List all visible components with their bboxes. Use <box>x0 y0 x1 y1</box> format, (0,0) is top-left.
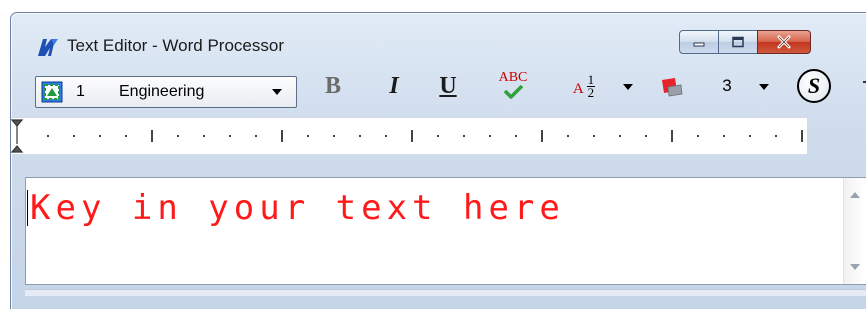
caption-buttons <box>679 30 811 54</box>
ruler-minor-tick <box>775 135 777 137</box>
ruler-minor-tick <box>723 135 725 137</box>
ruler-minor-tick <box>489 135 491 137</box>
ruler-minor-tick <box>515 135 517 137</box>
ruler-minor-tick <box>645 135 647 137</box>
indent-marker-icon <box>11 119 24 153</box>
stack-fraction-button[interactable]: S <box>797 69 831 103</box>
fraction-denominator: 2 <box>587 84 595 100</box>
scroll-up-icon[interactable] <box>850 192 860 198</box>
ruler-major-tick <box>151 130 153 142</box>
level-icon <box>41 81 63 103</box>
text-color-button[interactable] <box>657 70 687 102</box>
ruler-major-tick <box>801 130 803 142</box>
line-weight-value[interactable]: 3 <box>716 70 738 102</box>
text-caret <box>27 190 28 226</box>
chevron-down-icon <box>272 89 282 95</box>
fraction-button[interactable]: A 1 2 <box>564 70 604 102</box>
ruler-major-tick <box>541 130 543 142</box>
fraction-prefix: A <box>572 80 584 97</box>
vertical-scrollbar[interactable] <box>843 178 866 284</box>
ruler-minor-tick <box>333 135 335 137</box>
close-button[interactable] <box>757 30 811 54</box>
level-dropdown[interactable]: 1 Engineering <box>35 76 297 108</box>
text-input-area[interactable]: Key in your text here <box>25 177 866 285</box>
editor-text: Key in your text here <box>30 188 565 228</box>
title-bar[interactable]: Text Editor - Word Processor <box>11 13 866 63</box>
scroll-down-icon[interactable] <box>850 264 860 270</box>
weight-dropdown-arrow[interactable] <box>759 84 769 90</box>
microstation-logo-icon <box>38 39 58 56</box>
minimize-icon <box>693 42 705 47</box>
spell-check-button[interactable]: ABC <box>489 70 537 102</box>
window-title: Text Editor - Word Processor <box>67 36 284 55</box>
ruler-minor-tick <box>99 135 101 137</box>
status-bar <box>25 289 866 296</box>
ruler-minor-tick <box>73 135 75 137</box>
ruler-minor-tick <box>697 135 699 137</box>
ruler-minor-tick <box>177 135 179 137</box>
minimize-button[interactable] <box>679 30 719 54</box>
bold-button[interactable]: B <box>317 70 349 102</box>
ruler-minor-tick <box>619 135 621 137</box>
underline-button[interactable]: U <box>431 70 465 102</box>
maximize-icon <box>732 36 744 48</box>
ruler-minor-tick <box>567 135 569 137</box>
ruler[interactable] <box>11 117 807 154</box>
italic-button[interactable]: I <box>379 70 409 102</box>
ruler-minor-tick <box>463 135 465 137</box>
ruler-minor-tick <box>47 135 49 137</box>
checkmark-icon <box>503 85 524 99</box>
formatting-toolbar: 1 Engineering B I U ABC A 1 2 3 S <box>11 63 866 108</box>
level-number: 1 <box>76 83 85 100</box>
level-name: Engineering <box>119 83 205 100</box>
maximize-button[interactable] <box>718 30 758 54</box>
color-swatch-icon <box>662 78 683 97</box>
close-icon <box>777 35 791 49</box>
ruler-major-tick <box>281 130 283 142</box>
ruler-minor-tick <box>307 135 309 137</box>
spell-check-label: ABC <box>498 70 528 85</box>
ruler-minor-tick <box>749 135 751 137</box>
fraction-glyph: 1 2 <box>586 73 596 100</box>
ruler-major-tick <box>671 130 673 142</box>
ruler-major-tick <box>411 130 413 142</box>
ruler-minor-tick <box>593 135 595 137</box>
ruler-minor-tick <box>125 135 127 137</box>
ruler-minor-tick <box>255 135 257 137</box>
text-editor-window: Text Editor - Word Processor 1 Engineeri… <box>10 12 866 309</box>
ruler-minor-tick <box>437 135 439 137</box>
ruler-minor-tick <box>359 135 361 137</box>
fraction-dropdown-arrow[interactable] <box>623 84 633 90</box>
ruler-minor-tick <box>385 135 387 137</box>
ruler-scale <box>11 119 803 153</box>
ruler-minor-tick <box>203 135 205 137</box>
ruler-minor-tick <box>229 135 231 137</box>
